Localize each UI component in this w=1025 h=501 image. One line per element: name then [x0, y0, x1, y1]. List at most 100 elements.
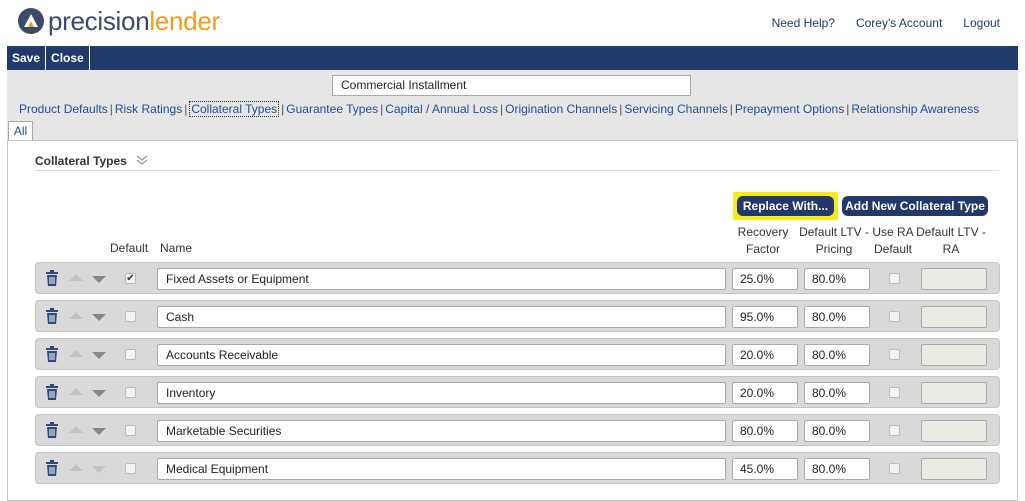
nav-link-capital-annual-loss[interactable]: Capital / Annual Loss: [385, 102, 498, 116]
default-checkbox[interactable]: [125, 463, 136, 474]
arrow-up-icon[interactable]: [69, 388, 83, 395]
table-row: Cash 95.0% 80.0%: [35, 300, 1000, 332]
trash-icon[interactable]: [45, 270, 59, 286]
toolbar: Save Close: [7, 46, 1018, 70]
add-collateral-type-button[interactable]: Add New Collateral Type: [842, 196, 988, 216]
collateral-name-field[interactable]: Fixed Assets or Equipment: [157, 268, 726, 290]
recovery-factor-field[interactable]: 20.0%: [732, 344, 798, 366]
recovery-factor-field[interactable]: 95.0%: [732, 306, 798, 328]
nav-link-collateral-types[interactable]: Collateral Types: [189, 101, 280, 117]
nav-separator: |: [380, 102, 384, 116]
recovery-factor-header: Recovery Factor: [737, 225, 789, 256]
name-column-header: Name: [160, 241, 193, 255]
trash-icon[interactable]: [45, 308, 59, 324]
trash-icon[interactable]: [45, 422, 59, 438]
arrow-up-icon[interactable]: [69, 350, 83, 357]
collateral-name-field[interactable]: Inventory: [157, 382, 726, 404]
content-area: Commercial Installment Product Defaults |…: [7, 70, 1018, 501]
nav-link-guarantee-types[interactable]: Guarantee Types: [286, 102, 378, 116]
nav-link-servicing-channels[interactable]: Servicing Channels: [624, 102, 727, 116]
default-checkbox[interactable]: [125, 425, 136, 436]
top-links: Need Help? Corey's Account Logout: [772, 16, 1000, 30]
close-button[interactable]: Close: [46, 46, 90, 70]
sub-navigation: Product Defaults | Risk Ratings | Collateral…: [19, 101, 979, 117]
default-ltv-pricing-field[interactable]: 80.0%: [804, 382, 870, 404]
use-ra-default-checkbox[interactable]: [889, 311, 900, 322]
nav-link-product-defaults[interactable]: Product Defaults: [19, 102, 108, 116]
default-ltv-pricing-field[interactable]: 80.0%: [804, 268, 870, 290]
nav-link-relationship-awareness[interactable]: Relationship Awareness: [851, 102, 979, 116]
use-ra-default-checkbox[interactable]: [889, 273, 900, 284]
nav-link-risk-ratings[interactable]: Risk Ratings: [115, 102, 182, 116]
collateral-panel: Collateral Types Replace With... Add New…: [7, 140, 1018, 501]
trash-icon[interactable]: [45, 346, 59, 362]
default-ltv-pricing-field[interactable]: 80.0%: [804, 458, 870, 480]
default-checkbox[interactable]: [125, 387, 136, 398]
save-button[interactable]: Save: [7, 46, 47, 70]
logo[interactable]: precisionlender.: [17, 6, 223, 36]
default-ltv-pricing-field[interactable]: 80.0%: [804, 306, 870, 328]
collateral-name-field[interactable]: Accounts Receivable: [157, 344, 726, 366]
default-checkbox[interactable]: [125, 349, 136, 360]
use-ra-default-header: Use RA Default: [872, 225, 914, 256]
table-row: Medical Equipment 45.0% 80.0%: [35, 452, 1000, 484]
double-chevron-icon[interactable]: [136, 154, 148, 166]
default-ltv-ra-field[interactable]: [921, 306, 987, 328]
arrow-down-icon[interactable]: [92, 276, 106, 283]
need-help-link[interactable]: Need Help?: [772, 16, 835, 30]
nav-separator: |: [184, 102, 188, 116]
product-name-field[interactable]: Commercial Installment: [332, 75, 691, 96]
table-row: ✔ Fixed Assets or Equipment 25.0% 80.0%: [35, 262, 1000, 294]
account-link[interactable]: Corey's Account: [856, 16, 942, 30]
default-ltv-pricing-field[interactable]: 80.0%: [804, 420, 870, 442]
recovery-factor-field[interactable]: 80.0%: [732, 420, 798, 442]
arrow-down-icon[interactable]: [92, 466, 106, 473]
default-column-header: Default: [110, 241, 149, 255]
use-ra-default-checkbox[interactable]: [889, 349, 900, 360]
nav-separator: |: [281, 102, 285, 116]
recovery-factor-field[interactable]: 20.0%: [732, 382, 798, 404]
default-ltv-ra-field[interactable]: [921, 268, 987, 290]
recovery-factor-field[interactable]: 45.0%: [732, 458, 798, 480]
arrow-up-icon[interactable]: [69, 312, 83, 319]
recovery-factor-field[interactable]: 25.0%: [732, 268, 798, 290]
default-ltv-pricing-field[interactable]: 80.0%: [804, 344, 870, 366]
default-ltv-ra-field[interactable]: [921, 458, 987, 480]
default-checkbox[interactable]: ✔: [125, 273, 136, 284]
logout-link[interactable]: Logout: [963, 16, 1000, 30]
default-ltv-ra-field[interactable]: [921, 344, 987, 366]
arrow-up-icon[interactable]: [69, 426, 83, 433]
divider: [35, 170, 999, 171]
default-ltv-ra-field[interactable]: [921, 382, 987, 404]
use-ra-default-checkbox[interactable]: [889, 463, 900, 474]
arrow-up-icon[interactable]: [69, 274, 83, 281]
arrow-down-icon[interactable]: [92, 352, 106, 359]
arrow-down-icon[interactable]: [92, 390, 106, 397]
arrow-down-icon[interactable]: [92, 428, 106, 435]
collateral-name-field[interactable]: Medical Equipment: [157, 458, 726, 480]
arrow-down-icon[interactable]: [92, 314, 106, 321]
use-ra-default-checkbox[interactable]: [889, 425, 900, 436]
header: precisionlender. Need Help? Corey's Acco…: [0, 0, 1025, 46]
tab-all[interactable]: All: [8, 121, 33, 141]
nav-link-origination-channels[interactable]: Origination Channels: [505, 102, 617, 116]
nav-separator: |: [109, 102, 113, 116]
logo-text: precisionlender.: [48, 6, 223, 36]
section-title: Collateral Types: [35, 154, 127, 168]
default-checkbox[interactable]: [125, 311, 136, 322]
collateral-name-field[interactable]: Cash: [157, 306, 726, 328]
table-row: Inventory 20.0% 80.0%: [35, 376, 1000, 408]
arrow-up-icon[interactable]: [69, 464, 83, 471]
nav-separator: |: [729, 102, 733, 116]
nav-link-prepayment-options[interactable]: Prepayment Options: [735, 102, 844, 116]
trash-icon[interactable]: [45, 384, 59, 400]
table-row: Accounts Receivable 20.0% 80.0%: [35, 338, 1000, 370]
nav-separator: |: [846, 102, 850, 116]
default-ltv-ra-field[interactable]: [921, 420, 987, 442]
replace-with-button[interactable]: Replace With...: [737, 196, 834, 216]
use-ra-default-checkbox[interactable]: [889, 387, 900, 398]
default-ltv-ra-header: Default LTV - RA: [916, 225, 986, 256]
trash-icon[interactable]: [45, 460, 59, 476]
nav-separator: |: [619, 102, 623, 116]
collateral-name-field[interactable]: Marketable Securities: [157, 420, 726, 442]
